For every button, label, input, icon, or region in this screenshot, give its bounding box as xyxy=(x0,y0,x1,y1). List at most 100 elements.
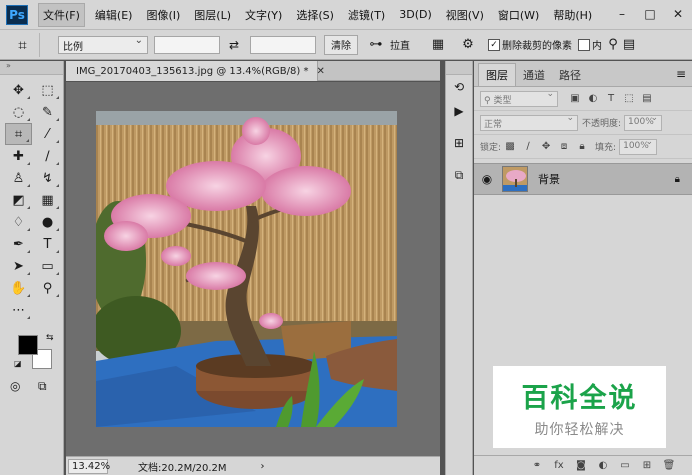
settings-gear-icon[interactable]: ⚙ xyxy=(456,37,480,52)
brush-preset-icon[interactable]: ⊞ xyxy=(446,131,472,155)
quick-select-tool[interactable]: ✎ xyxy=(34,101,61,123)
filter-type-icon[interactable]: T xyxy=(602,93,620,104)
tab-channels[interactable]: 通道 xyxy=(516,64,552,86)
fx-icon[interactable]: fx xyxy=(548,460,570,471)
menu-layer[interactable]: 图层(L) xyxy=(190,4,235,26)
stamp-tool[interactable]: ♙ xyxy=(5,167,32,189)
link-icon[interactable]: ⚭ xyxy=(526,460,548,471)
straighten-icon[interactable]: ⊶ xyxy=(364,37,388,52)
menu-view[interactable]: 视图(V) xyxy=(442,4,488,26)
tab-layers[interactable]: 图层 xyxy=(478,63,516,86)
filter-smart-icon[interactable]: ▤ xyxy=(638,93,656,104)
zoom-tool[interactable]: ⚲ xyxy=(34,277,61,299)
tool-grid: ✥ ⬚ ◌ ✎ ⌗ ⁄ ✚ ∕ ♙ ↯ ◩ ▦ ♢ ● ✒ T ➤ ▭ ✋ ⚲ ⋯ xyxy=(0,75,63,321)
filter-pixel-icon[interactable]: ▣ xyxy=(566,93,584,104)
gradient-tool[interactable]: ▦ xyxy=(34,189,61,211)
menu-image[interactable]: 图像(I) xyxy=(142,4,184,26)
straighten-label[interactable]: 拉直 xyxy=(390,37,410,52)
history-icon[interactable]: ⟲ xyxy=(446,75,472,99)
shape-tool[interactable]: ▭ xyxy=(34,255,61,277)
maximize-button[interactable]: □ xyxy=(636,0,664,28)
tab-paths[interactable]: 路径 xyxy=(552,64,588,86)
status-menu-arrow[interactable]: › xyxy=(261,461,265,472)
lock-transparent-icon[interactable]: ▩ xyxy=(501,141,519,152)
layer-name[interactable]: 背景 xyxy=(538,171,560,187)
canvas-area[interactable] xyxy=(66,82,440,456)
path-select-tool[interactable]: ➤ xyxy=(5,255,32,277)
layer-comp-icon[interactable]: ⧉ xyxy=(446,163,472,187)
blur-tool[interactable]: ♢ xyxy=(5,211,32,233)
lock-icon[interactable]: 🔒︎ xyxy=(675,174,680,185)
panel-dock: ⟲ ▶ ⊞ ⧉ xyxy=(445,61,473,475)
lock-artboard-icon[interactable]: ⧈ xyxy=(555,141,573,152)
layer-item-background[interactable]: ◉ 背景 🔒︎ xyxy=(474,163,692,195)
pen-tool[interactable]: ✒ xyxy=(5,233,32,255)
extras-tool[interactable]: ⋯ xyxy=(5,299,32,321)
play-icon[interactable]: ▶ xyxy=(446,99,472,123)
ratio-select[interactable]: 比例 xyxy=(58,35,148,54)
dock-header[interactable] xyxy=(446,61,472,75)
quick-mask-icon[interactable]: ◎ xyxy=(10,379,20,393)
type-tool[interactable]: T xyxy=(34,233,61,255)
document-tab[interactable]: IMG_20170403_135613.jpg @ 13.4%(RGB/8) *… xyxy=(66,61,325,81)
menu-select[interactable]: 选择(S) xyxy=(292,4,338,26)
zoom-level-field[interactable]: 13.42% xyxy=(68,458,110,474)
ratio-height-input[interactable] xyxy=(250,35,316,54)
fill-field[interactable]: 100% xyxy=(619,137,658,155)
eyedropper-tool[interactable]: ⁄ xyxy=(34,123,61,145)
panel-menu-icon[interactable]: ≡ xyxy=(676,67,686,81)
layer-filter-select[interactable]: ⚲ 类型 xyxy=(480,89,558,107)
layer-filter-kind: 类型 xyxy=(493,95,512,106)
menu-help[interactable]: 帮助(H) xyxy=(549,4,596,26)
close-tab-icon[interactable]: ✕ xyxy=(316,66,324,77)
crop-icon[interactable]: ⌗ xyxy=(6,32,40,57)
brush-tool[interactable]: ∕ xyxy=(34,145,61,167)
delete-cropped-label: 删除裁剪的像素 xyxy=(502,41,572,52)
opacity-field[interactable]: 100% xyxy=(624,113,663,131)
clear-button[interactable]: 清除 xyxy=(324,34,358,55)
menu-window[interactable]: 窗口(W) xyxy=(494,4,543,26)
menu-filter[interactable]: 滤镜(T) xyxy=(344,4,389,26)
content-aware-checkbox[interactable] xyxy=(578,38,590,51)
delete-cropped-checkbox[interactable]: ✓ xyxy=(488,38,500,51)
trash-icon[interactable]: 🗑︎ xyxy=(658,460,680,471)
close-window-button[interactable]: ✕ xyxy=(664,0,692,28)
tools-panel-header[interactable]: » xyxy=(0,61,63,75)
group-icon[interactable]: ▭ xyxy=(614,460,636,471)
hand-tool[interactable]: ✋ xyxy=(5,277,32,299)
blend-mode-select[interactable]: 正常 xyxy=(480,113,578,131)
swap-colors-icon[interactable]: ⇆ xyxy=(46,333,54,343)
workspace-icon[interactable]: ▤ xyxy=(622,37,636,52)
eraser-tool[interactable]: ◩ xyxy=(5,189,32,211)
move-tool[interactable]: ✥ xyxy=(5,79,32,101)
dodge-tool[interactable]: ● xyxy=(34,211,61,233)
ratio-width-input[interactable] xyxy=(154,35,220,54)
screen-mode-icon[interactable]: ⧉ xyxy=(38,379,47,394)
history-brush-tool[interactable]: ↯ xyxy=(34,167,61,189)
default-colors-icon[interactable]: ◪ xyxy=(14,359,22,368)
marquee-tool[interactable]: ⬚ xyxy=(34,79,61,101)
menu-edit[interactable]: 编辑(E) xyxy=(91,4,137,26)
filter-shape-icon[interactable]: ⬚ xyxy=(620,93,638,104)
menu-file[interactable]: 文件(F) xyxy=(38,2,85,27)
bonsai-photo[interactable] xyxy=(96,111,397,427)
lock-pixels-icon[interactable]: ∕ xyxy=(519,141,537,152)
minimize-button[interactable]: – xyxy=(608,0,636,28)
adjustment-icon[interactable]: ◐ xyxy=(592,460,614,471)
swap-ratio-icon[interactable]: ⇄ xyxy=(224,38,244,52)
menu-3d[interactable]: 3D(D) xyxy=(395,5,436,24)
mask-icon[interactable]: ◙ xyxy=(570,460,592,471)
filter-adjustment-icon[interactable]: ◐ xyxy=(584,93,602,104)
watermark-title: 百科全说 xyxy=(521,382,638,414)
overlay-grid-icon[interactable]: ▦ xyxy=(426,37,450,52)
eye-icon[interactable]: ◉ xyxy=(474,172,500,186)
search-icon[interactable]: ⚲ xyxy=(606,37,620,52)
lock-position-icon[interactable]: ✥ xyxy=(537,141,555,152)
menu-type[interactable]: 文字(Y) xyxy=(241,4,286,26)
healing-tool[interactable]: ✚ xyxy=(5,145,32,167)
foreground-color-swatch[interactable] xyxy=(18,335,38,355)
lock-all-icon[interactable]: 🔒︎ xyxy=(573,141,591,152)
new-layer-icon[interactable]: ⊞ xyxy=(636,460,658,471)
crop-tool[interactable]: ⌗ xyxy=(5,123,32,145)
lasso-tool[interactable]: ◌ xyxy=(5,101,32,123)
